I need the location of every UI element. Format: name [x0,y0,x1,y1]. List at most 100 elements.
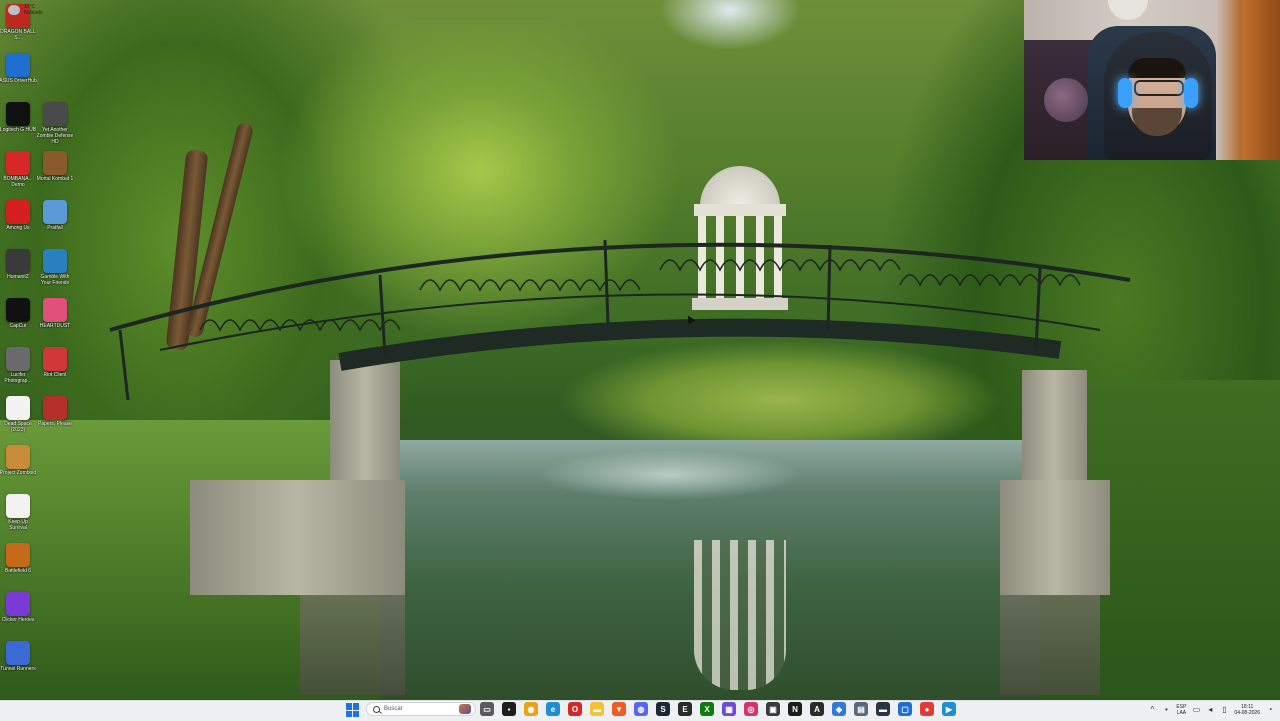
desktop-shortcut[interactable]: Gamble With Your Friends [37,249,73,297]
volume-icon[interactable]: ◂ [1206,706,1214,714]
desktop-shortcut[interactable]: Mortal Kombat 1 [37,151,73,199]
microphone-icon[interactable]: • [1162,706,1170,714]
desktop-icon-grid: DRAGON BALL S... ASUS DriverHub Logitech G… [0,0,76,700]
dark-app-icon[interactable]: ▬ [876,702,890,716]
desktop-shortcut[interactable]: Pratfall [37,200,73,248]
desktop-shortcut-label: Clicker Heroes [1,617,35,623]
edge-icon[interactable]: e [546,702,560,716]
papers-please-icon [43,396,67,420]
pratfall-icon [43,200,67,224]
desktop-shortcut-label: HumanitZ [7,274,29,280]
show-hidden-icons-chevron-icon[interactable]: ^ [1148,706,1156,714]
desktop-shortcut-label: HEARTDUST [39,323,71,329]
taskbar-pinned-apps: ▭ ▪ ◉ e O ▬ ▼ ◍ S E X ▦ ◎ ▣ N A ◆ ▤ ▬ ▢ ● ▶ [480,702,956,716]
desktop-shortcut[interactable]: Yet Another Zombie Defense HD [37,102,73,150]
nvidia-icon[interactable]: N [788,702,802,716]
desktop-shortcut[interactable]: Riot Client [37,347,73,395]
desktop-shortcut-label: Mortal Kombat 1 [36,176,74,182]
desktop-shortcut-label: Gamble With Your Friends [40,274,70,286]
desktop-shortcut-label: ASUS DriverHub [0,78,37,84]
desktop-shortcut[interactable]: Logitech G HUB [0,102,36,150]
desktop-shortcut[interactable]: Battlefield 6 [0,543,36,591]
weather-widget[interactable]: 17°C Nublado [8,2,43,18]
red-record-icon[interactable]: ● [920,702,934,716]
cloud-icon [8,5,20,15]
desktop-shortcut-label: Tunnel Runners [0,666,36,672]
camera-icon[interactable]: ▣ [766,702,780,716]
plush-toy [1044,78,1088,122]
clicker-heroes-icon [6,592,30,616]
code-editor-icon[interactable]: A [810,702,824,716]
desktop-shortcut-label: Battlefield 6 [4,568,32,574]
humanitz-icon [6,249,30,273]
network-icon[interactable]: ▭ [1192,706,1201,714]
desktop-shortcut-label: Keep Up Survival [8,519,28,531]
desktop-shortcut[interactable]: BOMBANA... Demo [0,151,36,199]
steam-icon[interactable]: S [656,702,670,716]
desktop-shortcut[interactable]: Tunnel Runners [0,641,36,689]
gamble-game-icon [43,249,67,273]
streamer-glasses [1134,80,1184,96]
desktop-shortcut[interactable]: HEARTDUST [37,298,73,346]
file-manager-icon[interactable]: ▭ [480,702,494,716]
notification-bell-icon[interactable]: ◔ [1266,706,1274,714]
keep-up-survival-icon [6,494,30,518]
riot-client-icon [43,347,67,371]
search-highlight-icon [459,704,471,714]
desktop-shortcut-label: Lucifer Photograp... [4,372,32,384]
desktop-shortcut[interactable]: ASUS DriverHub [0,53,37,101]
weather-condition: Nublado [24,10,43,16]
desktop-shortcut[interactable]: HumanitZ [0,249,36,297]
brave-icon[interactable]: ▼ [612,702,626,716]
lucifer-photo-icon [6,347,30,371]
taskbar-search[interactable]: Buscar [366,702,476,716]
capcut-icon [6,298,30,322]
instagram-icon[interactable]: ◎ [744,702,758,716]
heartdust-icon [43,298,67,322]
video-editor-icon[interactable]: ▶ [942,702,956,716]
desktop-shortcut[interactable]: Dead Space (2023) [0,396,36,444]
opera-icon[interactable]: O [568,702,582,716]
terminal-icon[interactable]: ▪ [502,702,516,716]
desktop-shortcut[interactable]: Lucifer Photograp... [0,347,36,395]
battery-icon[interactable]: ▯ [1220,706,1228,714]
desktop-shortcut-label: Pratfall [47,225,63,231]
among-us-icon [6,200,30,224]
gallery-icon[interactable]: ▤ [854,702,868,716]
desktop-shortcut[interactable]: Clicker Heroes [0,592,36,640]
tunnel-runners-icon [6,641,30,665]
chrome-icon[interactable]: ◉ [524,702,538,716]
desktop-shortcut-label: Among Us [6,225,30,231]
desktop-shortcut[interactable]: Papers, Please [37,396,73,444]
desktop-shortcut-label: Dead Space (2023) [4,421,32,433]
ceiling-lamp [1108,0,1148,20]
project-zomboid-icon [6,445,30,469]
epic-games-icon[interactable]: E [678,702,692,716]
desktop-shortcut[interactable]: Project Zomboid [0,445,36,493]
asus-driverhub-icon [6,53,30,77]
game-bar-icon[interactable]: ▦ [722,702,736,716]
search-placeholder: Buscar [384,706,403,712]
file-explorer-icon[interactable]: ▬ [590,702,604,716]
desktop-shortcut-label: DRAGON BALL S... [0,29,36,41]
desktop-shortcut-label: Papers, Please [38,421,72,427]
headphone-left [1118,78,1132,108]
room-door [1242,0,1280,160]
mortal-kombat-icon [43,151,67,175]
dead-space-icon [6,396,30,420]
desktop-shortcut-label: CapCut [9,323,27,329]
discord-icon[interactable]: ◍ [634,702,648,716]
language-indicator[interactable]: ESP LAA [1176,704,1186,716]
taskbar-clock[interactable]: 18:11 04-08-2026 [1234,704,1260,716]
desktop-shortcut[interactable]: Keep Up Survival [0,494,36,542]
desktop-shortcut[interactable]: Among Us [0,200,36,248]
blue-app-icon[interactable]: ◆ [832,702,846,716]
battlefield-icon [6,543,30,567]
window-app-icon[interactable]: ▢ [898,702,912,716]
search-icon [373,705,380,713]
xbox-icon[interactable]: X [700,702,714,716]
desktop-shortcut[interactable]: CapCut [0,298,36,346]
windows-start-icon[interactable] [346,703,360,717]
system-tray: ^ • ESP LAA ▭ ◂ ▯ 18:11 04-08-2026 ◔ [1148,701,1274,719]
bomb-game-icon [6,151,30,175]
